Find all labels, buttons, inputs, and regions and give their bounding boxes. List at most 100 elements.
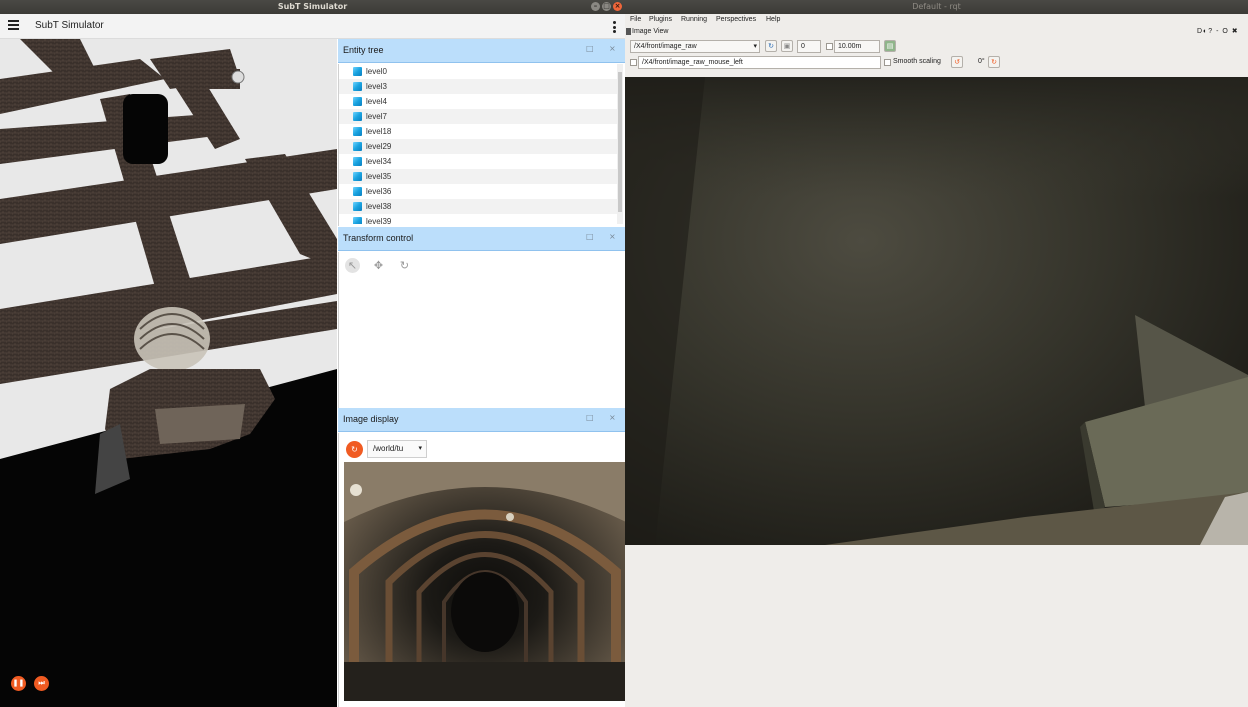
entity-tree-header: Entity tree □ × [338, 39, 625, 63]
translate-icon[interactable]: ✥ [371, 258, 386, 273]
menu-running[interactable]: Running [681, 16, 707, 23]
front-camera-frame [625, 77, 1248, 545]
transform-control-header: Transform control □ × [338, 227, 625, 251]
entity-tree-item-label: level36 [366, 187, 392, 196]
entity-tree-item[interactable]: level36 [339, 184, 617, 199]
entity-tree-item[interactable]: level3 [339, 79, 617, 94]
entity-tree-scrollbar[interactable] [617, 64, 623, 224]
entity-tree-item[interactable]: level18 [339, 124, 617, 139]
entity-tree-item[interactable]: level39 [339, 214, 617, 224]
transform-control-title: Transform control [343, 233, 414, 243]
menu-help[interactable]: Help [766, 16, 780, 23]
entity-tree-item-label: level0 [366, 67, 387, 76]
model-cube-icon [353, 67, 362, 76]
subt-window-title: SubT Simulator [277, 2, 348, 11]
close-panel-button[interactable]: × [609, 413, 616, 422]
entity-tree-item[interactable]: level4 [339, 94, 617, 109]
close-panel-button[interactable]: × [609, 232, 616, 241]
tunnel-camera-view [344, 462, 625, 701]
refresh-topics-icon[interactable]: ↻ [765, 40, 777, 52]
float-panel-button[interactable]: □ [586, 44, 594, 53]
mouse-topic-input[interactable]: /X4/front/image_raw_mouse_left [638, 56, 881, 69]
model-cube-icon [353, 112, 362, 121]
value-spinbox[interactable]: 0 [797, 40, 821, 53]
value-spinbox-value: 0 [801, 43, 805, 50]
mouse-topic-value: /X4/front/image_raw_mouse_left [642, 59, 743, 66]
float-panel-button[interactable]: □ [586, 232, 594, 241]
chevron-down-icon: ▾ [418, 445, 422, 452]
image-display-controls: ↻ /world/tu ▾ [346, 440, 427, 458]
menu-plugins[interactable]: Plugins [649, 16, 672, 23]
model-cube-icon [353, 172, 362, 181]
pause-button[interactable]: ❚❚ [11, 676, 26, 691]
rqt-window: Default - rqt File Plugins Running Persp… [625, 0, 1248, 707]
entity-tree-title: Entity tree [343, 45, 384, 55]
maximize-button[interactable]: □ [602, 2, 611, 11]
plugin-title-bar: Image View D◐? - O ✖ [625, 27, 1248, 38]
entity-tree-item[interactable]: level34 [339, 154, 617, 169]
model-cube-icon [353, 157, 362, 166]
image-topic-value: /X4/front/image_raw [634, 43, 697, 50]
max-range-spinbox[interactable]: 10.00m [834, 40, 880, 53]
entity-tree-item[interactable]: level38 [339, 199, 617, 214]
entity-tree-item[interactable]: level29 [339, 139, 617, 154]
3d-scene-viewport[interactable] [0, 39, 337, 707]
playback-controls: ❚❚ ⏭ [11, 676, 49, 691]
smooth-scaling-label: Smooth scaling [893, 58, 941, 65]
max-range-value: 10.00m [838, 43, 862, 50]
rqt-window-title: Default - rqt [912, 2, 961, 11]
rqt-window-titlebar: Default - rqt [625, 0, 1248, 14]
tunnel-scene-render [0, 39, 337, 707]
grip-icon [626, 28, 631, 35]
save-image-icon[interactable]: ▣ [781, 40, 793, 52]
menu-perspectives[interactable]: Perspectives [716, 16, 756, 23]
rotate-right-icon[interactable]: ↻ [988, 56, 1000, 68]
smooth-scaling-checkbox[interactable] [884, 59, 891, 66]
entity-tree-item[interactable]: level0 [339, 64, 617, 79]
image-view-toolbar: /X4/front/image_raw ▾ ↻ ▣ 0 10.00m ▤ [625, 39, 1248, 55]
entity-tree-item-label: level35 [366, 172, 392, 181]
model-cube-icon [353, 202, 362, 211]
publish-click-checkbox[interactable] [630, 59, 637, 66]
entity-tree-item-label: level38 [366, 202, 392, 211]
image-display-header: Image display □ × [338, 408, 625, 432]
topic-select-value: /world/tu [373, 444, 404, 453]
select-icon[interactable]: ↖ [345, 258, 360, 273]
topic-select[interactable]: /world/tu ▾ [367, 440, 427, 458]
image-display-panel: ↻ /world/tu ▾ [338, 433, 625, 707]
model-cube-icon [353, 142, 362, 151]
refresh-topics-button[interactable]: ↻ [346, 440, 363, 458]
more-options-icon[interactable] [613, 21, 616, 33]
app-title: SubT Simulator [35, 20, 104, 31]
image-view-toolbar-2: /X4/front/image_raw_mouse_left Smooth sc… [625, 55, 1248, 71]
hamburger-menu-icon[interactable] [8, 20, 19, 32]
menu-file[interactable]: File [630, 16, 641, 23]
subt-simulator-window: SubT Simulator – □ × SubT Simulator ❚❚ ⏭… [0, 0, 625, 707]
float-panel-button[interactable]: □ [586, 413, 594, 422]
model-cube-icon [353, 187, 362, 196]
zoom-fit-icon[interactable]: ▤ [884, 40, 896, 52]
chevron-down-icon: ▾ [753, 43, 757, 50]
entity-tree-item[interactable]: level35 [339, 169, 617, 184]
image-display-title: Image display [343, 414, 399, 424]
plugin-title: Image View [632, 28, 669, 35]
camera-image [344, 462, 625, 701]
entity-tree-item-label: level3 [366, 82, 387, 91]
entity-tree-item[interactable]: level7 [339, 109, 617, 124]
entity-tree-item-label: level34 [366, 157, 392, 166]
plugin-corner-controls[interactable]: D◐? - O ✖ [1197, 27, 1239, 35]
minimize-button[interactable]: – [591, 2, 600, 11]
close-panel-button[interactable]: × [609, 44, 616, 53]
subt-window-titlebar: SubT Simulator – □ × [0, 0, 625, 14]
close-window-button[interactable]: × [613, 2, 622, 11]
entity-tree-item-label: level4 [366, 97, 387, 106]
transform-control-panel: ↖ ✥ ↻ [338, 252, 625, 408]
step-forward-button[interactable]: ⏭ [34, 676, 49, 691]
rotate-left-icon[interactable]: ↺ [951, 56, 963, 68]
entity-tree-item-label: level29 [366, 142, 392, 151]
dynamic-range-checkbox[interactable] [826, 43, 833, 50]
rqt-camera-image[interactable] [625, 77, 1248, 545]
image-topic-select[interactable]: /X4/front/image_raw ▾ [630, 40, 760, 53]
rotation-label: 0° [978, 58, 985, 65]
rotate-icon[interactable]: ↻ [397, 258, 412, 273]
